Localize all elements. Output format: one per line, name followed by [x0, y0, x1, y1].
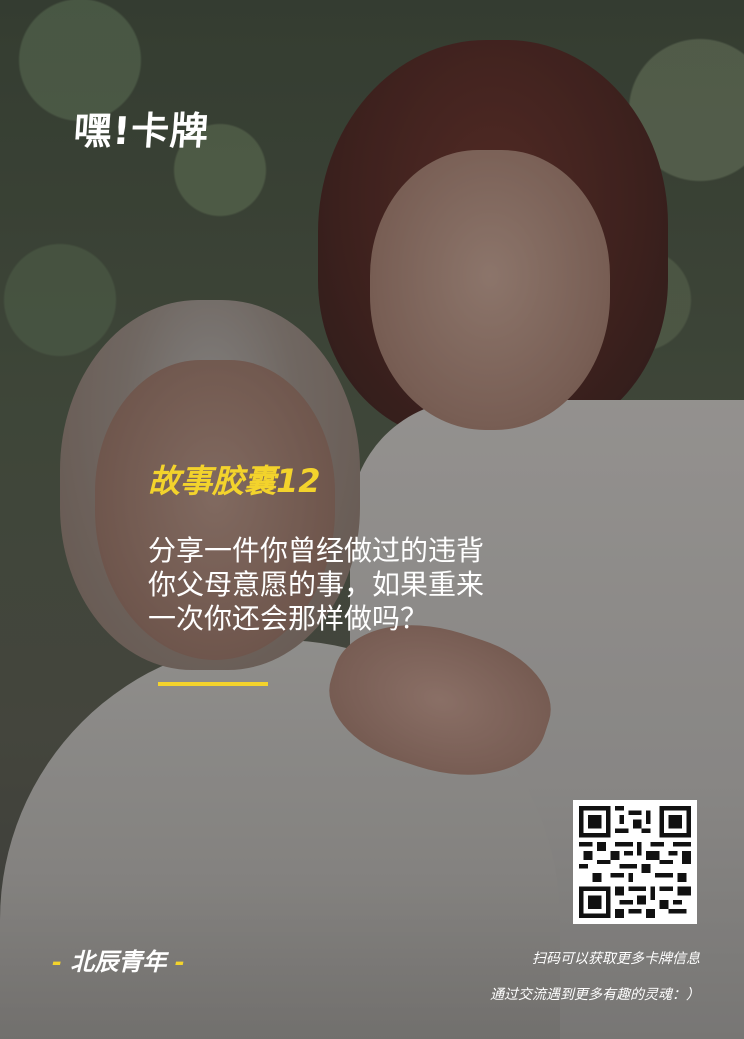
qr-code-icon: [579, 806, 691, 918]
brand-dash: -: [52, 948, 62, 976]
scan-note: 扫码可以获取更多卡牌信息: [532, 951, 700, 967]
footer-brand: - 北辰青年 -: [52, 942, 185, 977]
card-poster: 嘿!卡牌 故事胶囊12 分享一件你曾经做过的违背 你父母意愿的事，如果重来 一次…: [0, 0, 744, 1039]
card-title: 故事胶囊12: [148, 462, 321, 500]
brand-dash: -: [174, 948, 185, 976]
card-question: 分享一件你曾经做过的违背 你父母意愿的事，如果重来 一次你还会那样做吗？: [148, 534, 568, 636]
qr-code[interactable]: [573, 800, 697, 924]
brand-logo: 嘿!卡牌: [72, 109, 211, 153]
brand-name: 北辰青年: [70, 948, 167, 976]
question-line: 你父母意愿的事，如果重来: [148, 568, 485, 601]
exchange-note: 通过交流遇到更多有趣的灵魂：）: [490, 987, 700, 1003]
question-line: 一次你还会那样做吗？: [148, 602, 429, 635]
question-line: 分享一件你曾经做过的违背: [148, 534, 485, 567]
accent-divider: [158, 682, 268, 686]
